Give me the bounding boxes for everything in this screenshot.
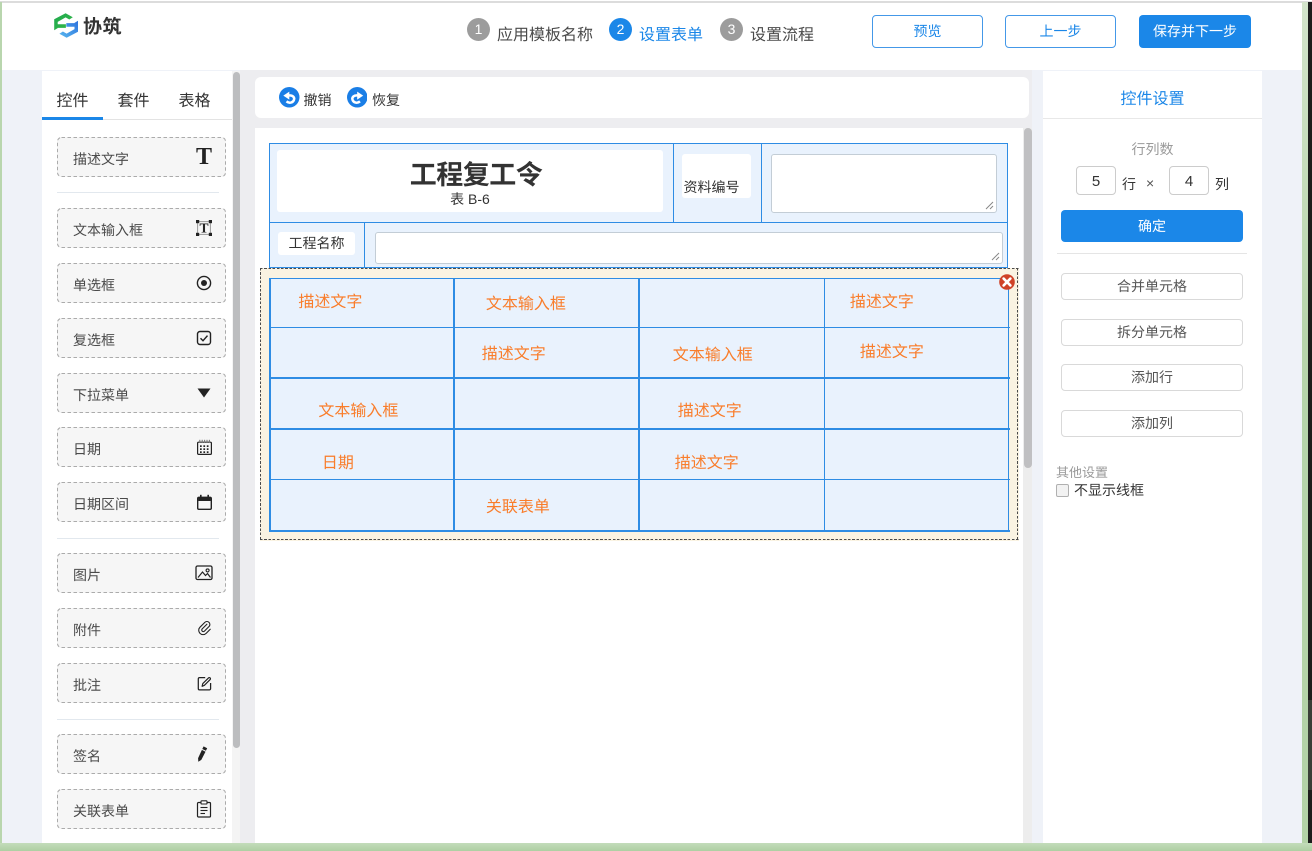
svg-text:T: T: [199, 220, 208, 235]
